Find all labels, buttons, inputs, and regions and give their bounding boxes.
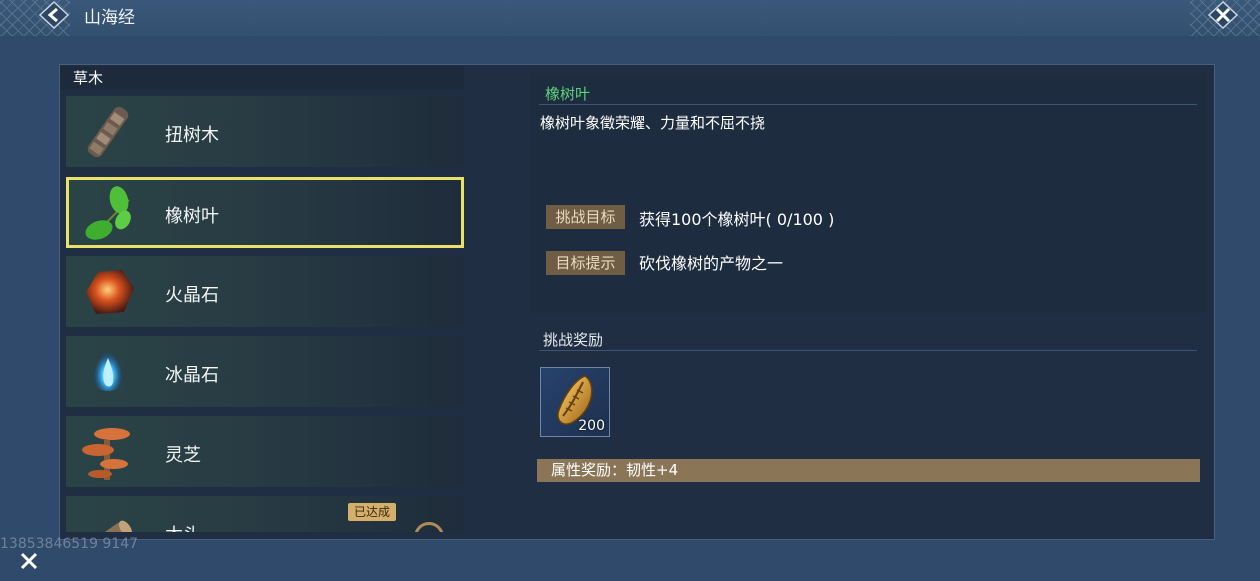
- item-label: 灵芝: [165, 445, 201, 466]
- close-icon: [1207, 1, 1239, 29]
- reward-count: 200: [578, 418, 605, 434]
- item-description: 橡树叶象徵荣耀、力量和不屈不挠: [540, 114, 766, 132]
- list-item-lingzhi[interactable]: 灵芝: [66, 416, 464, 487]
- close-x-icon[interactable]: [17, 549, 41, 573]
- goal-text: 获得100个橡树叶( 0/100 ): [639, 210, 835, 229]
- item-label: 木头: [165, 521, 201, 532]
- reward-title: 挑战奖励: [543, 331, 604, 349]
- close-button[interactable]: [1200, 0, 1246, 30]
- page-title: 山海经: [84, 8, 135, 28]
- completed-badge: 已达成: [348, 503, 397, 521]
- attribute-bonus: 属性奖励：韧性+4: [537, 459, 1200, 482]
- item-label: 橡树叶: [165, 206, 219, 227]
- wood-log-icon: [85, 520, 133, 532]
- back-arrow-icon: [38, 1, 70, 29]
- ice-crystal-icon: [93, 346, 123, 391]
- list-item-wood[interactable]: 木头 已达成: [66, 496, 464, 532]
- hint-tag: 目标提示: [546, 251, 625, 275]
- item-list[interactable]: 扭树木 橡树叶 火晶石 冰晶石 灵芝 已达成: [66, 96, 464, 532]
- oak-leaf-icon: [85, 186, 131, 240]
- badge-seal-icon: [414, 522, 444, 532]
- list-item-ice-crystal[interactable]: 冰晶石: [66, 336, 464, 407]
- detail-title: 橡树叶: [545, 85, 591, 103]
- item-label: 火晶石: [165, 285, 219, 306]
- goal-tag: 挑战目标: [546, 205, 625, 229]
- divider: [539, 104, 1197, 105]
- list-item-oak-leaf[interactable]: 橡树叶: [66, 177, 464, 248]
- category-header: 草木: [60, 66, 464, 90]
- top-bar: 山海经: [0, 0, 1260, 36]
- list-item-fire-crystal[interactable]: 火晶石: [66, 256, 464, 327]
- reward-item-slot[interactable]: 200: [540, 367, 610, 437]
- list-item-twisted-wood[interactable]: 扭树木: [66, 96, 464, 167]
- twisted-wood-icon: [87, 106, 129, 158]
- fire-crystal-icon: [86, 270, 134, 314]
- back-button[interactable]: [34, 0, 74, 30]
- item-label: 冰晶石: [165, 365, 219, 386]
- hint-text: 砍伐橡树的产物之一: [639, 254, 784, 273]
- item-label: 扭树木: [165, 125, 219, 146]
- detail-panel: 橡树叶 橡树叶象徵荣耀、力量和不屈不挠 挑战目标 获得100个橡树叶( 0/10…: [531, 73, 1206, 313]
- reward-panel: 挑战奖励 200 属性奖励：韧性+4: [531, 320, 1206, 530]
- divider: [539, 350, 1197, 351]
- lingzhi-mushroom-icon: [82, 428, 130, 480]
